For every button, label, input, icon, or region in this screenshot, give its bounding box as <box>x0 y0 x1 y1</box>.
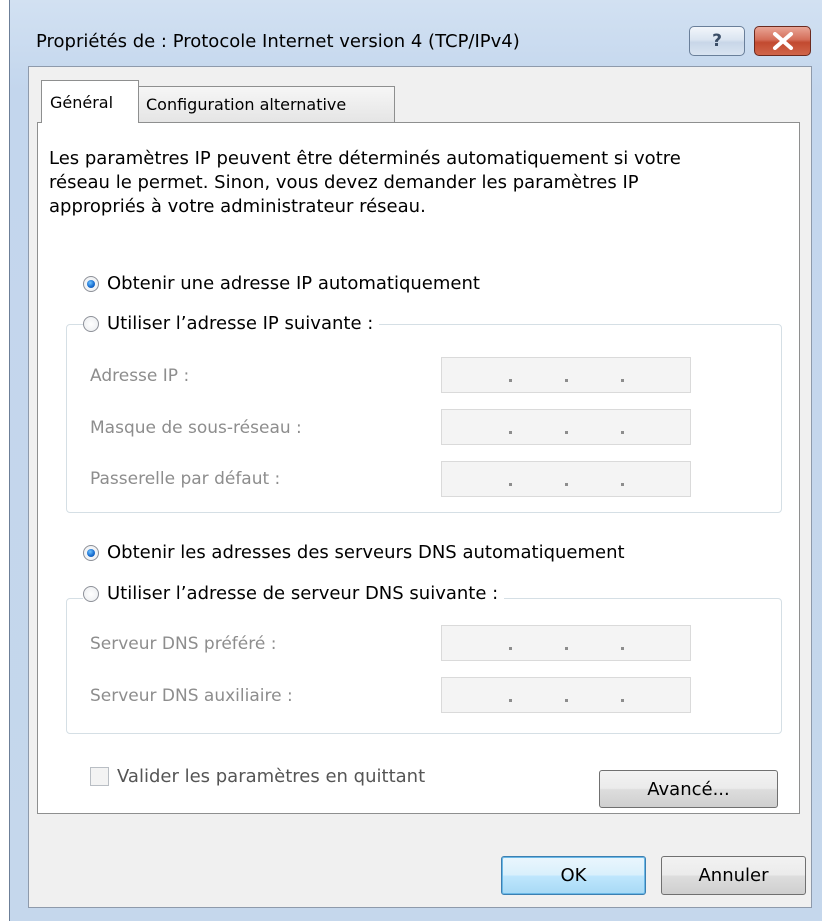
radio-ip-manual[interactable]: Utiliser l’adresse IP suivante : <box>83 313 380 334</box>
radio-dns-auto[interactable]: Obtenir les adresses des serveurs DNS au… <box>83 542 631 563</box>
tab-alternate-config-label: Configuration alternative <box>146 95 347 114</box>
close-icon <box>772 32 793 50</box>
description-line: appropriés à votre administrateur réseau… <box>49 196 426 217</box>
preferred-dns-input[interactable] <box>441 625 691 661</box>
radio-dns-manual-label: Utiliser l’adresse de serveur DNS suivan… <box>107 583 499 604</box>
advanced-button[interactable]: Avancé... <box>599 770 778 808</box>
radio-ip-manual-label: Utiliser l’adresse IP suivante : <box>107 313 374 334</box>
alternate-dns-input[interactable] <box>441 677 691 713</box>
checkbox-unchecked-icon <box>90 767 109 786</box>
radio-unselected-icon <box>83 315 99 332</box>
dns-group-box <box>66 598 782 734</box>
description-line: Les paramètres IP peuvent être déterminé… <box>49 148 681 169</box>
ip-address-input[interactable] <box>441 357 691 393</box>
radio-ip-auto-label: Obtenir une adresse IP automatiquement <box>107 273 480 294</box>
preferred-dns-label: Serveur DNS préféré : <box>90 634 277 654</box>
radio-selected-icon <box>83 275 99 292</box>
radio-ip-auto[interactable]: Obtenir une adresse IP automatiquement <box>83 273 486 294</box>
help-button[interactable]: ? <box>689 26 745 56</box>
cancel-button[interactable]: Annuler <box>661 856 806 895</box>
subnet-mask-input[interactable] <box>441 409 691 445</box>
tab-alternate-config[interactable]: Configuration alternative <box>137 86 395 122</box>
window-title: Propriétés de : Protocole Internet versi… <box>36 31 520 52</box>
help-icon: ? <box>712 31 722 51</box>
alternate-dns-label: Serveur DNS auxiliaire : <box>90 686 293 706</box>
default-gateway-label: Passerelle par défaut : <box>90 469 281 489</box>
subnet-mask-label: Masque de sous-réseau : <box>90 418 302 438</box>
radio-unselected-icon <box>83 585 99 602</box>
radio-dns-auto-label: Obtenir les adresses des serveurs DNS au… <box>107 542 625 563</box>
tab-general-label: Général <box>50 92 114 112</box>
ok-button[interactable]: OK <box>501 856 646 895</box>
tab-general[interactable]: Général <box>41 80 139 123</box>
description-line: réseau le permet. Sinon, vous devez dema… <box>49 172 639 193</box>
close-button[interactable] <box>754 26 811 56</box>
ip-address-label: Adresse IP : <box>90 366 190 386</box>
description-text: Les paramètres IP peuvent être déterminé… <box>49 147 749 219</box>
default-gateway-input[interactable] <box>441 461 691 497</box>
validate-on-exit-label: Valider les paramètres en quittant <box>117 766 426 787</box>
radio-selected-icon <box>83 544 99 561</box>
validate-on-exit-checkbox[interactable]: Valider les paramètres en quittant <box>90 766 425 787</box>
radio-dns-manual[interactable]: Utiliser l’adresse de serveur DNS suivan… <box>83 583 505 604</box>
dialog-window: Propriétés de : Protocole Internet versi… <box>9 0 822 921</box>
